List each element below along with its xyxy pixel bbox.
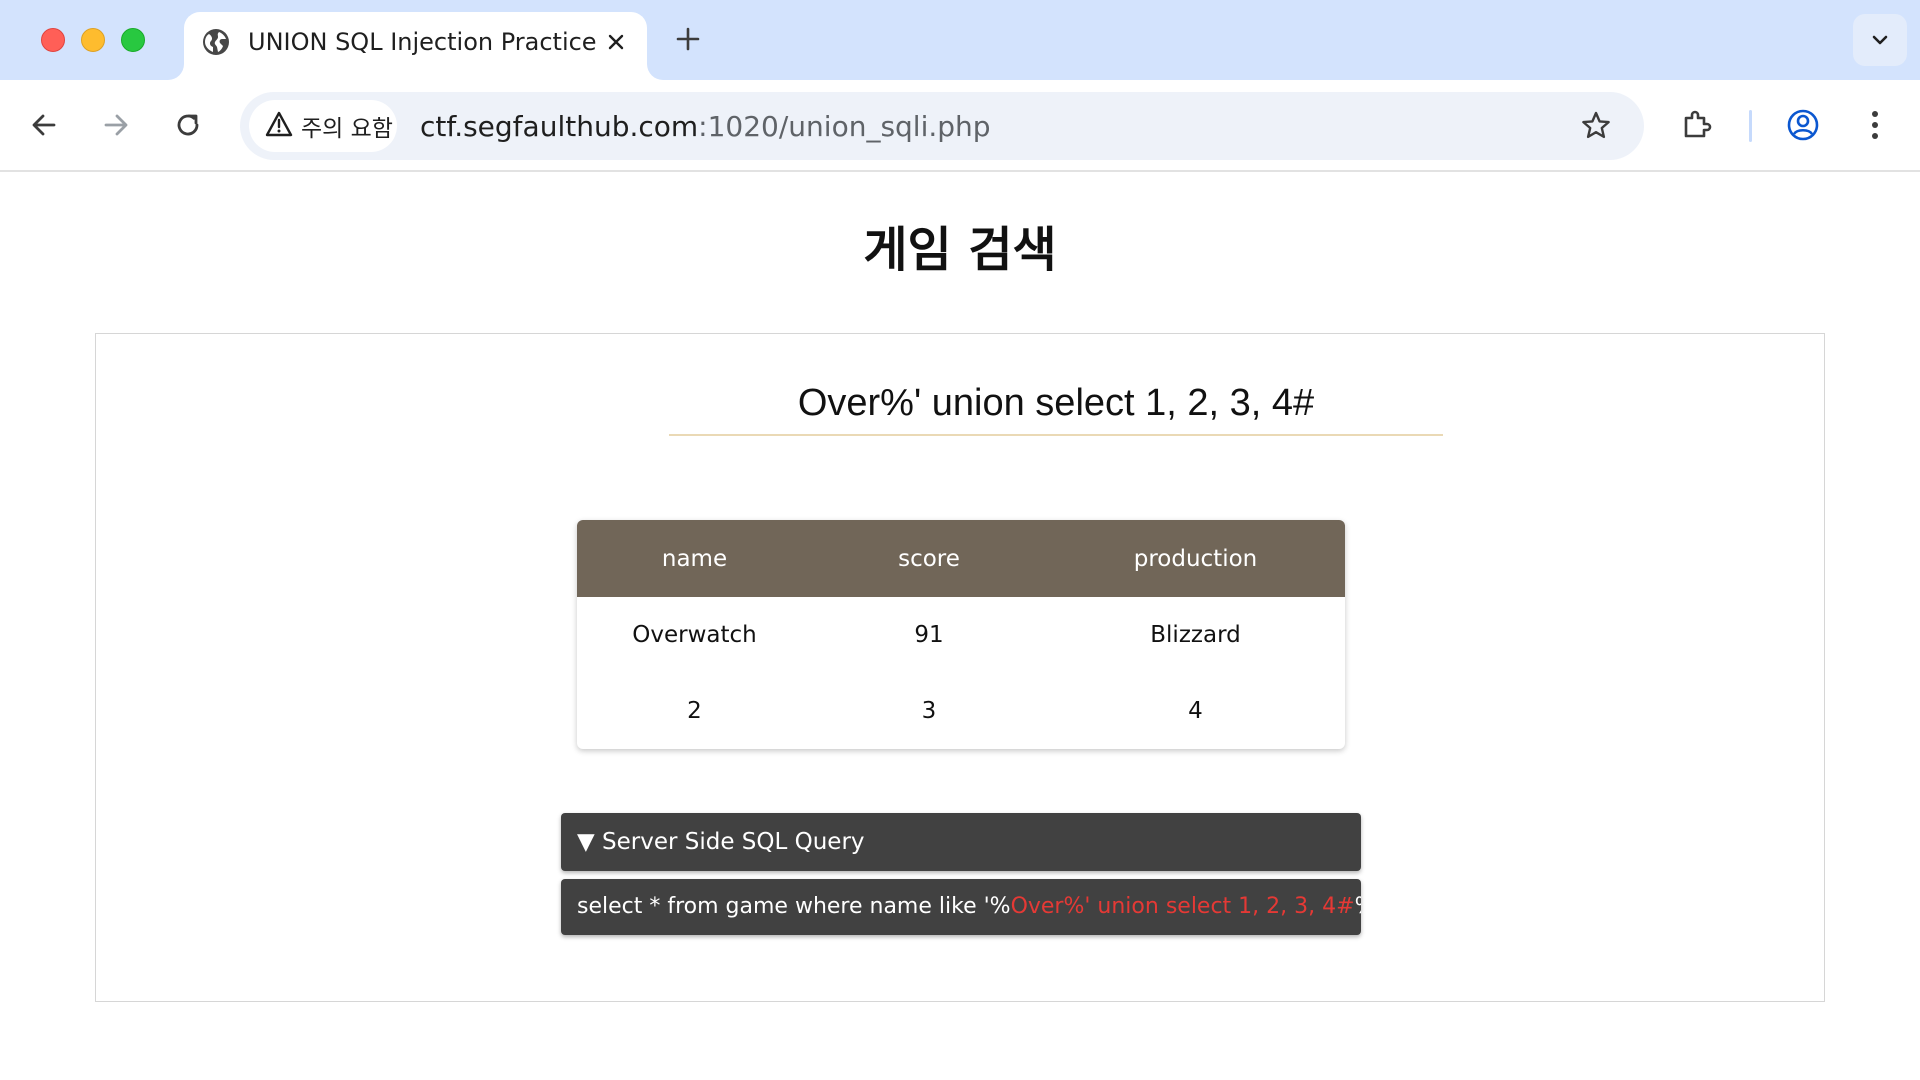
back-arrow-icon[interactable] xyxy=(23,104,65,146)
results-table: name score production Overwatch 91 Blizz… xyxy=(577,520,1345,749)
url-path: :1020/union_sqli.php xyxy=(698,110,991,143)
sql-query-toggle[interactable]: ▼ Server Side SQL Query xyxy=(561,813,1361,871)
address-bar[interactable]: 주의 요함 ctf.segfaulthub.com:1020/union_sql… xyxy=(240,92,1644,160)
profile-icon[interactable] xyxy=(1780,102,1826,148)
window-minimize-button[interactable] xyxy=(81,28,105,52)
warning-icon xyxy=(265,111,293,141)
security-chip-label: 주의 요함 xyxy=(301,116,393,142)
url-host: ctf.segfaulthub.com xyxy=(420,110,699,143)
search-input[interactable] xyxy=(669,372,1443,436)
globe-icon xyxy=(201,27,231,57)
window-maximize-button[interactable] xyxy=(121,28,145,52)
table-header-row: name score production xyxy=(577,520,1345,597)
sql-query-text: select * from game where name like '%Ove… xyxy=(561,879,1361,935)
close-icon[interactable] xyxy=(602,28,630,56)
forward-arrow-icon[interactable] xyxy=(95,104,137,146)
star-icon[interactable] xyxy=(1577,107,1615,145)
cell-production: 4 xyxy=(1188,698,1203,724)
toolbar-divider xyxy=(1749,110,1752,142)
plus-icon[interactable] xyxy=(671,22,705,56)
tab-strip: UNION SQL Injection Practice xyxy=(0,0,1920,80)
search-panel: name score production Overwatch 91 Blizz… xyxy=(95,333,1825,1002)
chevron-down-icon[interactable] xyxy=(1853,14,1907,66)
table-row: Overwatch 91 Blizzard xyxy=(577,597,1345,673)
cell-score: 3 xyxy=(921,698,937,724)
url-text[interactable]: ctf.segfaulthub.com:1020/union_sqli.php xyxy=(420,110,991,144)
table-row: 2 3 4 xyxy=(577,673,1345,749)
kebab-menu-icon[interactable] xyxy=(1852,102,1898,148)
active-tab[interactable]: UNION SQL Injection Practice xyxy=(184,12,647,80)
window-close-button[interactable] xyxy=(41,28,65,52)
tab-title: UNION SQL Injection Practice xyxy=(248,28,597,56)
cell-name: 2 xyxy=(687,698,702,724)
column-header-score: score xyxy=(812,520,1046,597)
sql-prefix: select * from game where name like '% xyxy=(577,894,1011,919)
cell-name: Overwatch xyxy=(632,622,757,648)
sql-injected-part: Over%' union select 1, 2, 3, 4# xyxy=(1010,894,1355,919)
browser-toolbar: 주의 요함 ctf.segfaulthub.com:1020/union_sql… xyxy=(0,80,1920,172)
column-header-production: production xyxy=(1046,520,1345,597)
sql-suffix: %' xyxy=(1355,894,1361,919)
page-title: 게임 검색 xyxy=(863,222,1057,278)
cell-production: Blizzard xyxy=(1150,622,1241,648)
reload-icon[interactable] xyxy=(167,104,209,146)
cell-score: 91 xyxy=(914,622,944,648)
column-header-name: name xyxy=(577,520,812,597)
security-chip[interactable]: 주의 요함 xyxy=(249,100,397,152)
extensions-icon[interactable] xyxy=(1674,102,1720,148)
